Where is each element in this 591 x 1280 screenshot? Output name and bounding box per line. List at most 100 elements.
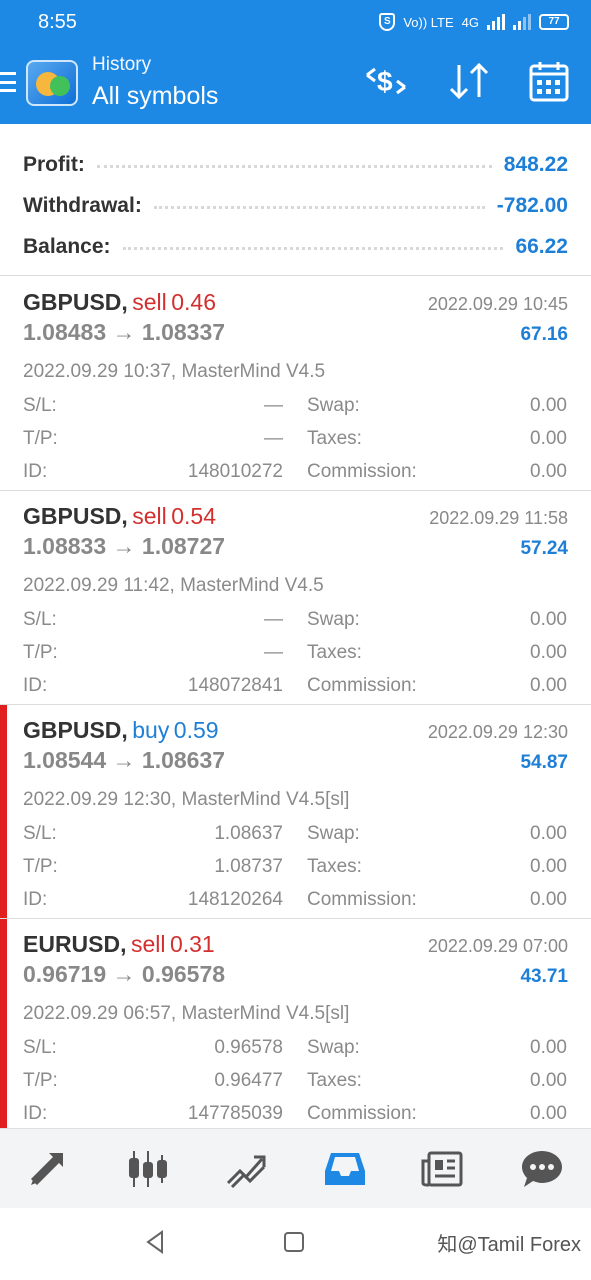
deal-type: sell: [130, 931, 166, 957]
tp-label: T/P:: [23, 1070, 58, 1091]
commission-label: Commission:: [307, 889, 417, 910]
messages-icon[interactable]: [512, 1139, 572, 1199]
sort-icon[interactable]: [447, 61, 491, 101]
status-time: 8:55: [38, 10, 77, 33]
deal-head: GBPUSD, sell 0.46 2022.09.29 10:45: [23, 289, 568, 319]
tp-cell: T/P: 1.08737: [23, 850, 283, 883]
deal-details: S/L: 0.96578 Swap: 0.00 T/P: 0.96477 Taxes:…: [23, 1031, 568, 1130]
swap-label: Swap:: [307, 395, 360, 416]
quotes-icon[interactable]: [19, 1139, 79, 1199]
summary-label: Balance:: [23, 234, 111, 258]
commission-value: 0.00: [530, 461, 567, 482]
deal-close-time: 2022.09.29 11:58: [429, 508, 568, 528]
deal-symbol: GBPUSD,: [23, 717, 128, 743]
calendar-icon[interactable]: [529, 60, 569, 102]
taxes-label: Taxes:: [307, 428, 362, 449]
header-title: All symbols: [92, 82, 219, 110]
deal-profit: 43.71: [520, 966, 568, 987]
network-gen: 4G: [461, 14, 479, 30]
swap-value: 0.00: [530, 395, 567, 416]
summary-value: 848.22: [503, 152, 568, 176]
id-label: ID:: [23, 675, 48, 696]
sl-value: 1.08637: [214, 823, 283, 844]
deal-symbol: GBPUSD,: [23, 503, 128, 529]
commission-cell: Commission: 0.00: [283, 669, 567, 702]
swap-value: 0.00: [530, 609, 567, 630]
deal-comment: 2022.09.29 11:42, MasterMind V4.5: [23, 575, 324, 596]
tp-cell: T/P: —: [23, 422, 283, 455]
id-value: 148120264: [187, 889, 283, 910]
commission-cell: Commission: 0.00: [283, 455, 567, 488]
signal-icon: [487, 14, 505, 30]
deal-details: S/L: — Swap: 0.00 T/P: — Taxes: 0.00 ID: 1480…: [23, 603, 568, 702]
commission-label: Commission:: [307, 675, 417, 696]
commission-cell: Commission: 0.00: [283, 1097, 567, 1130]
summary-label: Profit:: [23, 152, 85, 176]
commission-value: 0.00: [530, 1103, 567, 1124]
app-bar: History All symbols $: [0, 44, 591, 124]
header-titles[interactable]: History All symbols: [92, 54, 218, 111]
sl-value: —: [264, 395, 283, 416]
home-icon[interactable]: [284, 1232, 304, 1252]
swap-label: Swap:: [307, 609, 360, 630]
deal-profit: 67.16: [520, 324, 568, 345]
summary-balance: Balance: 66.22: [23, 226, 568, 267]
taxes-cell: Taxes: 0.00: [283, 850, 567, 883]
status-bar: 8:55 S Vo)) LTE 4G 77: [0, 0, 591, 44]
swap-label: Swap:: [307, 1037, 360, 1058]
sl-cell: S/L: 0.96578: [23, 1031, 283, 1064]
commission-value: 0.00: [530, 675, 567, 696]
chart-icon[interactable]: [118, 1139, 178, 1199]
swap-cell: Swap: 0.00: [283, 389, 567, 422]
deal-item[interactable]: GBPUSD, buy 0.59 2022.09.29 12:30 1.0854…: [0, 705, 591, 919]
taxes-label: Taxes:: [307, 856, 362, 877]
status-icons: S Vo)) LTE 4G 77: [379, 13, 569, 31]
sl-cell: S/L: —: [23, 389, 283, 422]
deal-volume: 0.54: [171, 503, 216, 529]
id-cell: ID: 148010272: [23, 455, 283, 488]
deal-prices-row: 1.08833 → 1.08727 57.24: [23, 533, 568, 565]
tp-label: T/P:: [23, 642, 58, 663]
swap-value: 0.00: [530, 823, 567, 844]
taxes-value: 0.00: [530, 1070, 567, 1091]
app-logo: [26, 60, 78, 106]
summary-withdrawal: Withdrawal: -782.00: [23, 185, 568, 226]
summary-label: Withdrawal:: [23, 193, 142, 217]
taxes-value: 0.00: [530, 642, 567, 663]
deal-volume: 0.59: [173, 717, 219, 743]
commission-label: Commission:: [307, 1103, 417, 1124]
deal-prices: 1.08483 → 1.08337: [23, 319, 226, 345]
swap-cell: Swap: 0.00: [283, 1031, 567, 1064]
sl-label: S/L:: [23, 609, 57, 630]
deal-close-time: 2022.09.29 12:30: [427, 722, 568, 742]
id-value: 148010272: [187, 461, 283, 482]
deal-volume: 0.31: [169, 931, 215, 957]
deal-item[interactable]: EURUSD, sell 0.31 2022.09.29 07:00 0.967…: [0, 919, 591, 1133]
id-label: ID:: [23, 889, 48, 910]
id-value: 147785039: [187, 1103, 283, 1124]
exchange-dollar-icon[interactable]: $: [363, 61, 409, 101]
deal-details: S/L: — Swap: 0.00 T/P: — Taxes: 0.00 ID: 1480…: [23, 389, 568, 488]
sl-cell: S/L: —: [23, 603, 283, 636]
sl-label: S/L:: [23, 1037, 57, 1058]
summary-value: 66.22: [515, 234, 568, 258]
deal-item[interactable]: GBPUSD, sell 0.46 2022.09.29 10:45 1.084…: [0, 277, 591, 491]
news-icon[interactable]: [413, 1139, 473, 1199]
top-bar: 8:55 S Vo)) LTE 4G 77 History All symbol…: [0, 0, 591, 124]
swap-value: 0.00: [530, 1037, 567, 1058]
deal-prices-row: 0.96719 → 0.96578 43.71: [23, 961, 568, 993]
id-cell: ID: 148072841: [23, 669, 283, 702]
leader-dots: [96, 165, 492, 168]
history-icon[interactable]: [315, 1139, 375, 1199]
id-label: ID:: [23, 461, 48, 482]
deal-prices: 1.08833 → 1.08727: [23, 533, 226, 559]
deal-item[interactable]: GBPUSD, sell 0.54 2022.09.29 11:58 1.088…: [0, 491, 591, 705]
menu-icon[interactable]: [0, 72, 16, 92]
sl-cell: S/L: 1.08637: [23, 817, 283, 850]
taxes-cell: Taxes: 0.00: [283, 1064, 567, 1097]
id-cell: ID: 148120264: [23, 883, 283, 916]
trade-icon[interactable]: [216, 1139, 276, 1199]
deal-details: S/L: 1.08637 Swap: 0.00 T/P: 1.08737 Taxes:…: [23, 817, 568, 916]
signal-2-icon: [513, 14, 531, 30]
back-icon[interactable]: [144, 1230, 166, 1259]
